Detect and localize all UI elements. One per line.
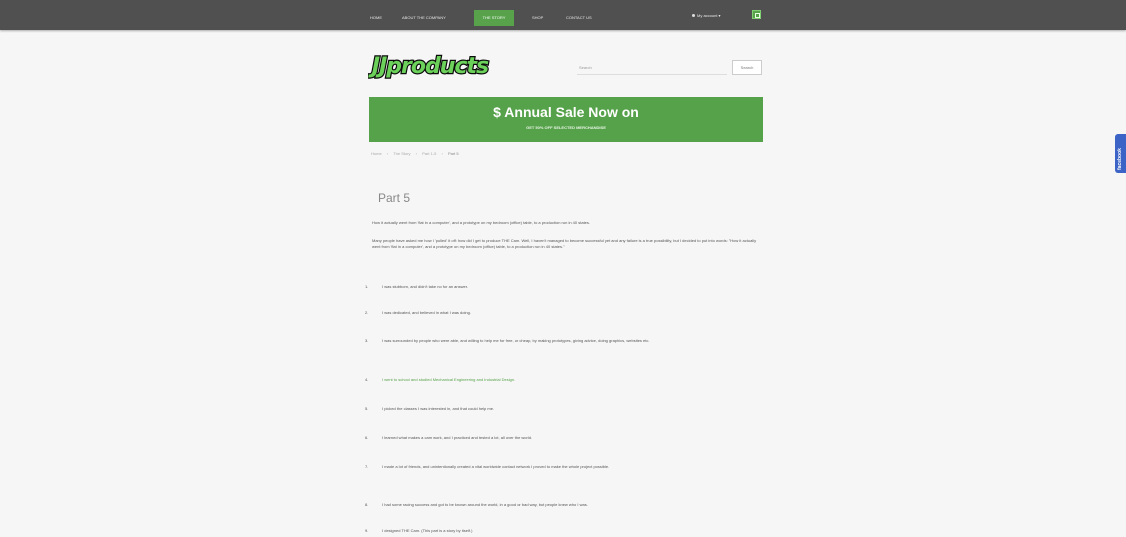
list-text: I was dedicated, and believed in what I … [382, 310, 471, 315]
facebook-tab[interactable]: facebook [1115, 134, 1126, 173]
page-title: Part 5 [378, 191, 411, 206]
list-number: 2. [365, 310, 369, 315]
nav-home[interactable]: Home [366, 10, 386, 26]
list-number: 3. [365, 338, 369, 343]
facebook-label: facebook [1117, 148, 1123, 170]
jjproducts-logo-icon: JJproducts [368, 53, 491, 80]
list-text: I made a lot of friends, and unintention… [382, 464, 610, 469]
list-number: 7. [365, 464, 369, 469]
list-text: I designed THE Cam. (This part is a stor… [382, 528, 473, 533]
list-text: I was surrounded by people who were able… [382, 338, 650, 343]
nav-contact-us[interactable]: Contact Us [562, 10, 596, 26]
search-input[interactable] [577, 61, 727, 75]
breadcrumb-separator: › [441, 151, 443, 156]
logo-text: JJproducts [368, 54, 489, 79]
list-text: I had some racing success and got to be … [382, 502, 588, 507]
list-number: 5. [365, 406, 369, 411]
list-text: I learned what makes a cam work, and I p… [382, 435, 533, 440]
chevron-down-icon: ▾ [718, 13, 721, 18]
quote-paragraph: Many people have asked me how I 'pulled'… [372, 238, 757, 249]
breadcrumb-the-story[interactable]: The Story [393, 151, 410, 156]
user-icon [692, 14, 695, 18]
list-text: I was stubborn, and didn't take no for a… [382, 284, 468, 289]
sale-banner[interactable]: $ Annual Sale Now on Get 50% off selecte… [369, 97, 763, 142]
breadcrumb-separator: › [415, 151, 417, 156]
breadcrumb-current: Part 5 [447, 151, 459, 156]
breadcrumb-home[interactable]: Home [371, 151, 382, 156]
cart-icon [755, 13, 760, 18]
banner-subtitle: Get 50% off selected merchandise [526, 125, 606, 130]
breadcrumb: Home › The Story › Part 1-5 › Part 5 [371, 151, 463, 156]
search-button[interactable]: Search [732, 60, 762, 75]
list-number: 4. [365, 377, 369, 382]
nav-shop[interactable]: Shop [528, 10, 547, 26]
list-number: 8. [365, 502, 369, 507]
list-text: I picked the classes I was interested in… [382, 406, 495, 411]
intro-paragraph: How it actually went from 'flat in a com… [372, 220, 591, 225]
nav-the-story[interactable]: The Story [474, 10, 514, 26]
list-text: I went to school and studied Mechanical … [382, 377, 516, 382]
list-number: 9. [365, 528, 369, 533]
breadcrumb-separator: › [386, 151, 389, 156]
list-number: 6. [365, 435, 369, 440]
site-logo[interactable]: JJproducts [368, 48, 492, 82]
account-menu[interactable]: My account▾ [692, 13, 720, 18]
banner-title: $ Annual Sale Now on [493, 104, 639, 120]
list-number: 1. [365, 284, 369, 289]
account-label: My account [697, 13, 718, 18]
cart-button[interactable] [752, 10, 761, 19]
top-navigation-bar: Home About the Company The Story Shop Co… [0, 0, 1126, 30]
breadcrumb-part-range[interactable]: Part 1-5 [422, 151, 436, 156]
nav-about-the-company[interactable]: About the Company [398, 10, 450, 26]
